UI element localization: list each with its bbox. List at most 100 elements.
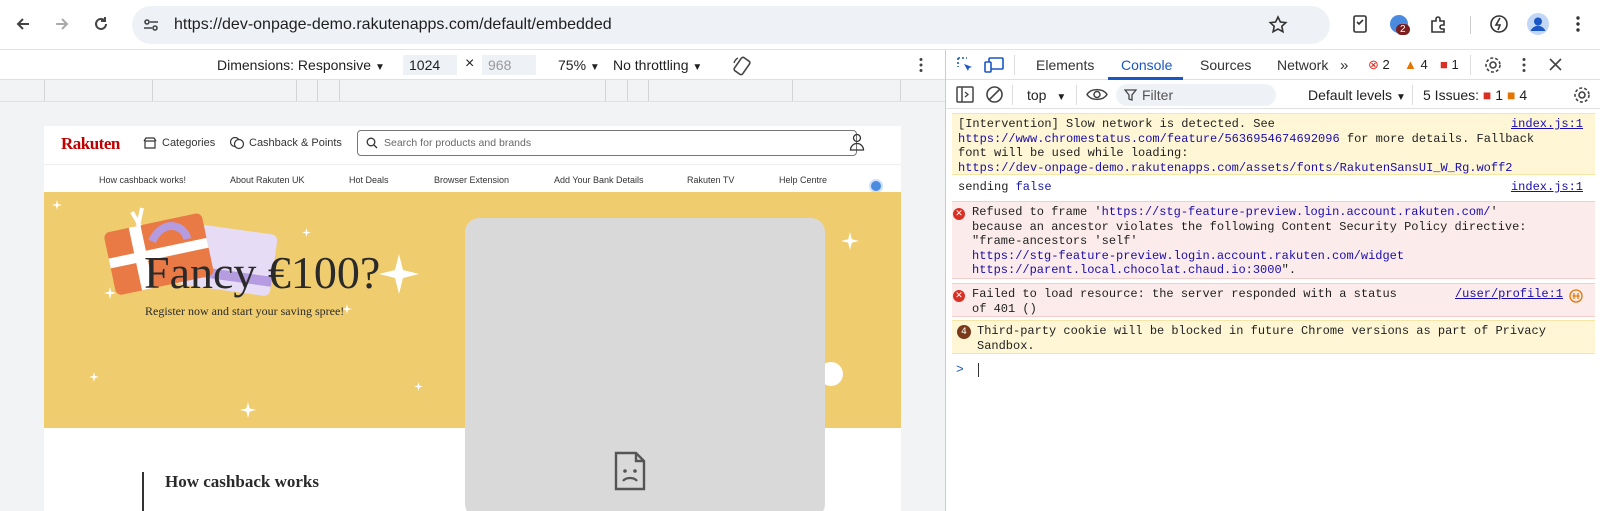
console-settings-gear-icon[interactable] xyxy=(1573,86,1591,104)
message-line: ' xyxy=(1490,205,1498,219)
console-filter-input[interactable]: Filter xyxy=(1116,84,1276,106)
dimensions-dropdown[interactable]: Dimensions: Responsive ▼ xyxy=(217,57,385,73)
message-line: ". xyxy=(1281,263,1297,277)
browser-menu-icon[interactable] xyxy=(1565,11,1591,37)
tab-sources[interactable]: Sources xyxy=(1200,57,1251,73)
browser-toolbar: https://dev-onpage-demo.rakutenapps.com/… xyxy=(0,0,1600,50)
tab-network[interactable]: Network xyxy=(1277,57,1328,73)
message-line: of 401 () xyxy=(972,301,1037,316)
source-link[interactable]: index.js:1 xyxy=(1511,117,1583,132)
extension-badge-icon[interactable]: 2 xyxy=(1386,11,1412,37)
more-options-icon[interactable] xyxy=(918,57,924,73)
url-text[interactable]: https://dev-onpage-demo.rakutenapps.com/… xyxy=(174,16,612,34)
console-message-error[interactable]: ✕ Refused to frame 'https://stg-feature-… xyxy=(952,201,1595,279)
network-request-icon[interactable] xyxy=(1569,289,1583,303)
inspect-element-icon[interactable] xyxy=(956,56,974,74)
subnav-help-centre[interactable]: Help Centre xyxy=(779,175,827,185)
caret-down-icon: ▼ xyxy=(589,62,600,73)
height-input[interactable]: 968 xyxy=(482,55,536,75)
subnav-how-cashback[interactable]: How cashback works! xyxy=(99,175,186,185)
address-bar[interactable]: https://dev-onpage-demo.rakutenapps.com/… xyxy=(132,6,1330,44)
reload-icon xyxy=(95,17,107,30)
ruler-mark xyxy=(792,80,793,101)
hero-subtitle: Register now and start your saving spree… xyxy=(145,304,345,318)
issue-flag-icon: ■ xyxy=(1440,57,1448,72)
log-levels-dropdown[interactable]: Default levels ▼ xyxy=(1308,87,1406,103)
sidebar-toggle-icon[interactable] xyxy=(956,86,974,103)
levels-label: Default levels xyxy=(1308,87,1393,103)
source-link[interactable]: index.js:1 xyxy=(1511,180,1583,195)
floating-extension-dot[interactable] xyxy=(869,179,883,193)
widget-url-link[interactable]: https://stg-feature-preview.login.accoun… xyxy=(972,249,1404,263)
message-line: sending xyxy=(958,180,1016,194)
close-icon[interactable] xyxy=(1549,58,1562,71)
tab-console[interactable]: Console xyxy=(1121,57,1172,73)
zoom-dropdown[interactable]: 75% ▼ xyxy=(558,57,600,73)
warning-counter[interactable]: ▲ 4 xyxy=(1404,57,1428,72)
arrow-right-icon xyxy=(56,18,69,30)
width-input[interactable]: 1024 xyxy=(403,55,457,75)
error-counter[interactable]: ⊗ 2 xyxy=(1368,57,1390,73)
console-message-warning[interactable]: [Intervention] Slow network is detected.… xyxy=(952,113,1595,175)
issue-counter[interactable]: ■ 1 xyxy=(1440,57,1459,72)
extensions-puzzle-icon[interactable] xyxy=(1425,11,1451,37)
parent-url-link[interactable]: https://parent.local.chocolat.chaud.io:3… xyxy=(972,263,1282,277)
rakuten-logo[interactable]: Rakuten xyxy=(61,134,120,154)
message-text: Failed to load resource: the server resp… xyxy=(972,287,1412,316)
console-message-error[interactable]: ✕ Failed to load resource: the server re… xyxy=(952,283,1595,317)
message-line: "frame-ancestors 'self' xyxy=(972,234,1138,248)
arrow-left-icon xyxy=(16,18,29,30)
reading-list-icon[interactable] xyxy=(1347,11,1373,37)
devtools-menu-icon[interactable] xyxy=(1521,57,1527,73)
blocked-iframe-overlay xyxy=(465,218,825,511)
more-tabs-chevron-icon[interactable]: » xyxy=(1340,57,1348,74)
error-x-icon: ⊗ xyxy=(1368,57,1379,72)
source-link[interactable]: /user/profile:1 xyxy=(1455,287,1563,302)
rotate-icon[interactable] xyxy=(731,55,753,77)
console-message-log[interactable]: sending false index.js:1 xyxy=(952,177,1595,197)
account-icon[interactable] xyxy=(849,133,865,151)
bookmark-star-icon[interactable] xyxy=(1268,15,1288,35)
subnav-about[interactable]: About Rakuten UK xyxy=(230,175,305,185)
clear-console-icon[interactable] xyxy=(985,85,1004,104)
context-selector[interactable]: top ▼ xyxy=(1027,87,1066,103)
live-expression-eye-icon[interactable] xyxy=(1086,87,1108,102)
back-button[interactable] xyxy=(9,10,37,38)
frame-url-link[interactable]: https://stg-feature-preview.login.accoun… xyxy=(1102,205,1491,219)
sparkle-icon xyxy=(302,228,311,237)
site-header: Rakuten Categories Cashback & Points Sea… xyxy=(44,126,901,162)
zoom-label: 75% xyxy=(558,57,587,73)
throttling-dropdown[interactable]: No throttling ▼ xyxy=(613,57,702,73)
site-settings-icon[interactable] xyxy=(142,16,160,34)
performance-icon[interactable] xyxy=(1486,11,1512,37)
font-url-link[interactable]: https://dev-onpage-demo.rakutenapps.com/… xyxy=(958,161,1513,175)
extension-count-badge: 2 xyxy=(1396,24,1410,35)
hero-title: Fancy €100? xyxy=(144,247,381,298)
device-toggle-icon[interactable] xyxy=(984,56,1004,74)
media-query-ruler[interactable] xyxy=(0,80,945,102)
categories-link[interactable]: Categories xyxy=(162,137,215,149)
sparkle-icon xyxy=(89,372,99,382)
issues-button[interactable]: 5 Issues: ■ 1 ■ 4 xyxy=(1423,87,1527,103)
sparkle-icon xyxy=(104,287,116,299)
tab-elements[interactable]: Elements xyxy=(1036,57,1094,73)
site-search-input[interactable]: Search for products and brands xyxy=(357,130,857,156)
cashback-points-link[interactable]: Cashback & Points xyxy=(249,137,342,149)
reload-button[interactable] xyxy=(87,10,115,38)
tab-divider xyxy=(1470,55,1471,75)
subnav-browser-extension[interactable]: Browser Extension xyxy=(434,175,509,185)
subnav-rakuten-tv[interactable]: Rakuten TV xyxy=(687,175,734,185)
text-cursor xyxy=(977,362,979,377)
console-prompt[interactable]: > xyxy=(956,362,979,377)
ruler-mark xyxy=(296,80,297,101)
device-viewport: Rakuten Categories Cashback & Points Sea… xyxy=(0,102,945,511)
settings-gear-icon[interactable] xyxy=(1484,56,1502,74)
subnav-hot-deals[interactable]: Hot Deals xyxy=(349,175,389,185)
profile-avatar-icon[interactable] xyxy=(1525,11,1551,37)
console-message-issue[interactable]: 4 Third-party cookie will be blocked in … xyxy=(952,320,1595,354)
forward-button[interactable] xyxy=(48,10,76,38)
boolean-value: false xyxy=(1015,180,1052,194)
subnav-bank-details[interactable]: Add Your Bank Details xyxy=(554,175,644,185)
message-line: Failed to load resource: the server resp… xyxy=(972,287,1397,301)
chromestatus-link[interactable]: https://www.chromestatus.com/feature/563… xyxy=(958,132,1340,146)
